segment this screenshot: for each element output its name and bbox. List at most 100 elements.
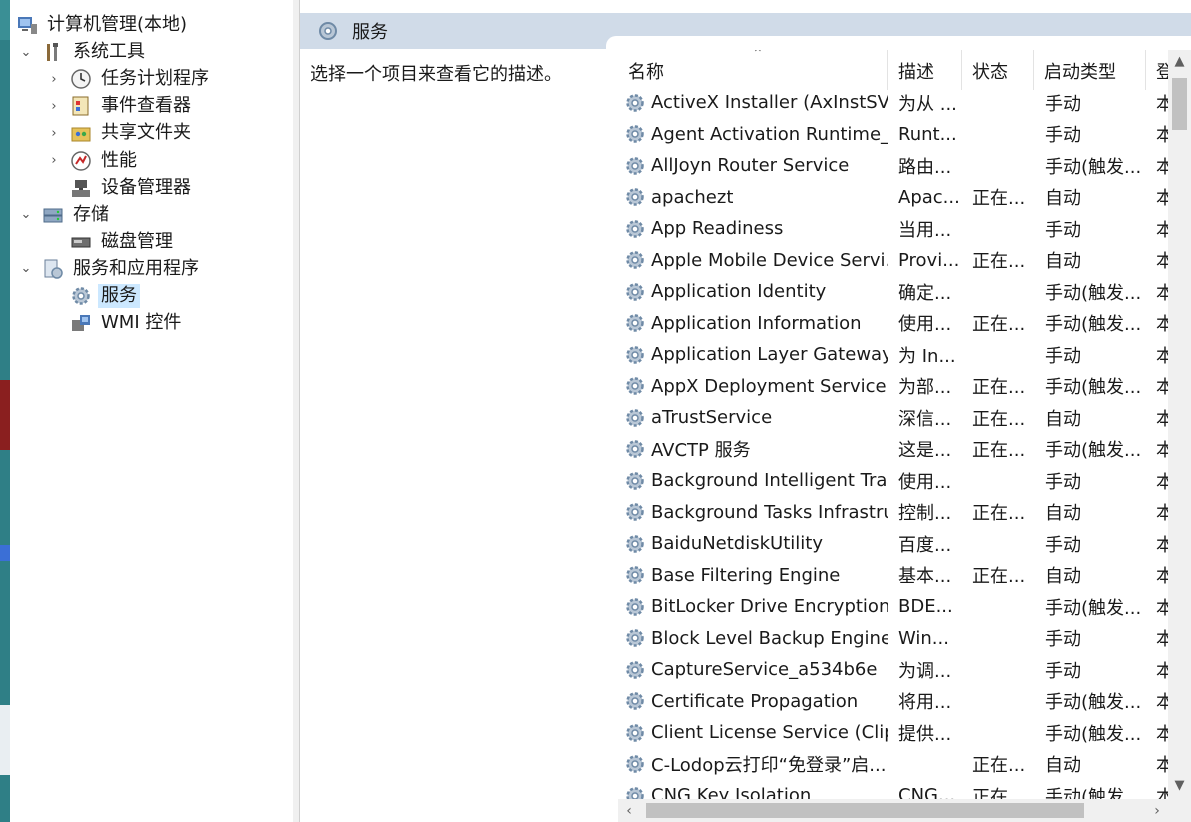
tree-item[interactable]: ⌄ 系统工具 [20,39,148,65]
service-row[interactable]: C-Lodop云打印“免登录”启... 正在... 自动本 [618,749,1191,781]
service-desc: 基本... [898,566,952,588]
service-name: Background Intelligent Tra... [651,470,888,492]
service-gear-icon [626,188,644,206]
chevron-right-icon[interactable]: › [48,99,60,114]
service-row[interactable]: Apple Mobile Device Servi... Provi... 正在..… [618,245,1191,277]
tree-item-label: 服务和应用程序 [73,257,199,279]
service-status: 正在... [972,377,1026,399]
service-name: Client License Service (Clip... [651,722,888,744]
service-name: Application Information [651,312,862,334]
tree-item[interactable]: 设备管理器 [48,175,194,201]
service-desc: 使用... [898,314,952,336]
chevron-down-icon[interactable]: ⌄ [20,261,32,276]
tree-item[interactable]: 磁盘管理 [48,229,176,255]
service-row[interactable]: Application Layer Gateway ...为 In...手动本 [618,339,1191,371]
tree-item[interactable]: ⌄ 存储 [20,202,112,228]
service-status: 正在... [972,408,1026,430]
chevron-down-icon[interactable]: ⌄ [20,45,32,60]
service-row[interactable]: Background Tasks Infrastru... 控制... 正在... 自… [618,497,1191,529]
horizontal-scroll-thumb[interactable] [646,803,1084,818]
tree-item[interactable]: › 性能 [48,148,140,174]
column-header-status[interactable]: 状态 [962,50,1034,90]
scroll-left-icon[interactable]: ‹ [618,799,640,822]
service-row[interactable]: Agent Activation Runtime_... Runt... 手动本 [618,119,1191,151]
chevron-down-icon[interactable]: ⌄ [20,207,32,222]
service-gear-icon [626,346,644,364]
pane-splitter[interactable] [293,0,300,822]
column-header-startup[interactable]: 启动类型 [1034,50,1146,90]
service-row[interactable]: Block Level Backup Engine ...Win...手动本 [618,623,1191,655]
service-row[interactable]: Background Intelligent Tra... 使用... 手动本 [618,465,1191,497]
service-gear-icon [626,503,644,521]
service-desc: 为 In... [898,345,956,367]
vertical-scroll-thumb[interactable] [1172,78,1187,130]
service-row[interactable]: Application Information 使用... 正在... 手动(触发..… [618,308,1191,340]
horizontal-scrollbar[interactable]: ‹ › [618,799,1168,822]
service-row[interactable]: ActiveX Installer (AxInstSV) 为从 ... 手动本 [618,87,1191,119]
service-desc: 路由... [898,156,952,178]
column-header-desc[interactable]: 描述 [888,50,962,90]
tree-item-label: 系统工具 [73,41,145,63]
service-desc: 提供... [898,723,952,745]
service-desc: 使用... [898,471,952,493]
service-row[interactable]: CaptureService_a534b6e 为调... 手动本 [618,654,1191,686]
service-name: Block Level Backup Engine ... [651,627,888,649]
scroll-corner [1168,796,1191,822]
service-gear-icon [626,566,644,584]
tree-item[interactable]: › 事件查看器 [48,93,194,119]
tree-item[interactable]: › 任务计划程序 [48,66,212,92]
service-row[interactable]: apachezt Apac... 正在... 自动本 [618,182,1191,214]
service-name: Apple Mobile Device Servi... [651,249,888,271]
tree-item[interactable]: ⌄ 服务和应用程序 [20,256,202,282]
scroll-right-icon[interactable]: › [1146,799,1168,822]
vertical-scrollbar[interactable]: ▲ ▼ [1168,50,1191,796]
shared-folder-icon [71,127,91,142]
service-row[interactable]: AVCTP 服务 这是... 正在... 手动(触发... 本 [618,434,1191,466]
service-row[interactable]: Application Identity 确定... 手动(触发... 本 [618,276,1191,308]
scroll-down-icon[interactable]: ▼ [1168,774,1191,796]
tree-item[interactable]: 服务 [48,283,140,309]
gear-icon [72,287,90,305]
service-row[interactable]: AppX Deployment Service ... 为部... 正在... 手动(… [618,371,1191,403]
service-startup-type: 手动 [1045,629,1081,651]
chevron-right-icon[interactable]: › [48,126,60,141]
service-row[interactable]: BaiduNetdiskUtility 百度... 手动本 [618,528,1191,560]
service-row[interactable]: Client License Service (Clip... 提供... 手动(触… [618,717,1191,749]
gear-icon [319,22,337,40]
performance-icon [71,150,91,171]
service-startup-type: 手动 [1045,125,1081,147]
tree-item-label: 设备管理器 [101,176,191,198]
tools-icon [47,43,58,62]
service-row[interactable]: AllJoyn Router Service 路由... 手动(触发... 本 [618,150,1191,182]
scroll-up-icon[interactable]: ▲ [1168,50,1191,72]
service-gear-icon [626,661,644,679]
tree-item-label: 磁盘管理 [101,230,173,252]
service-status: 正在... [972,188,1026,210]
service-desc: 将用... [898,692,952,714]
service-row[interactable]: App Readiness 当用... 手动本 [618,213,1191,245]
service-startup-type: 手动(触发... [1045,377,1142,399]
tree-item[interactable]: WMI 控件 [48,310,184,336]
service-desc: 为部... [898,377,952,399]
service-name: Agent Activation Runtime_... [651,123,888,145]
service-startup-type: 手动(触发... [1045,282,1142,304]
sort-ascending-icon: ⌃ [752,50,764,62]
tree-item[interactable]: › 共享文件夹 [48,120,194,146]
service-desc: Win... [898,627,949,649]
tree-item[interactable]: 计算机管理(本地) [16,12,190,38]
chevron-right-icon[interactable]: › [48,153,60,168]
service-row[interactable]: BitLocker Drive Encryption ... BDE... 手动(触… [618,591,1191,623]
service-name: CaptureService_a534b6e [651,659,878,681]
services-apps-icon [44,259,63,279]
service-startup-type: 自动 [1045,188,1081,210]
service-startup-type: 自动 [1045,566,1081,588]
chevron-right-icon[interactable]: › [48,72,60,87]
service-startup-type: 手动 [1045,471,1081,493]
service-row[interactable]: Certificate Propagation 将用... 手动(触发... 本 [618,686,1191,718]
service-row[interactable]: aTrustService 深信... 正在... 自动本 [618,402,1191,434]
service-row[interactable]: Base Filtering Engine 基本... 正在... 自动本 [618,560,1191,592]
service-desc: 为调... [898,660,952,682]
service-gear-icon [626,535,644,553]
service-name: Background Tasks Infrastru... [651,501,888,523]
service-startup-type: 自动 [1045,503,1081,525]
